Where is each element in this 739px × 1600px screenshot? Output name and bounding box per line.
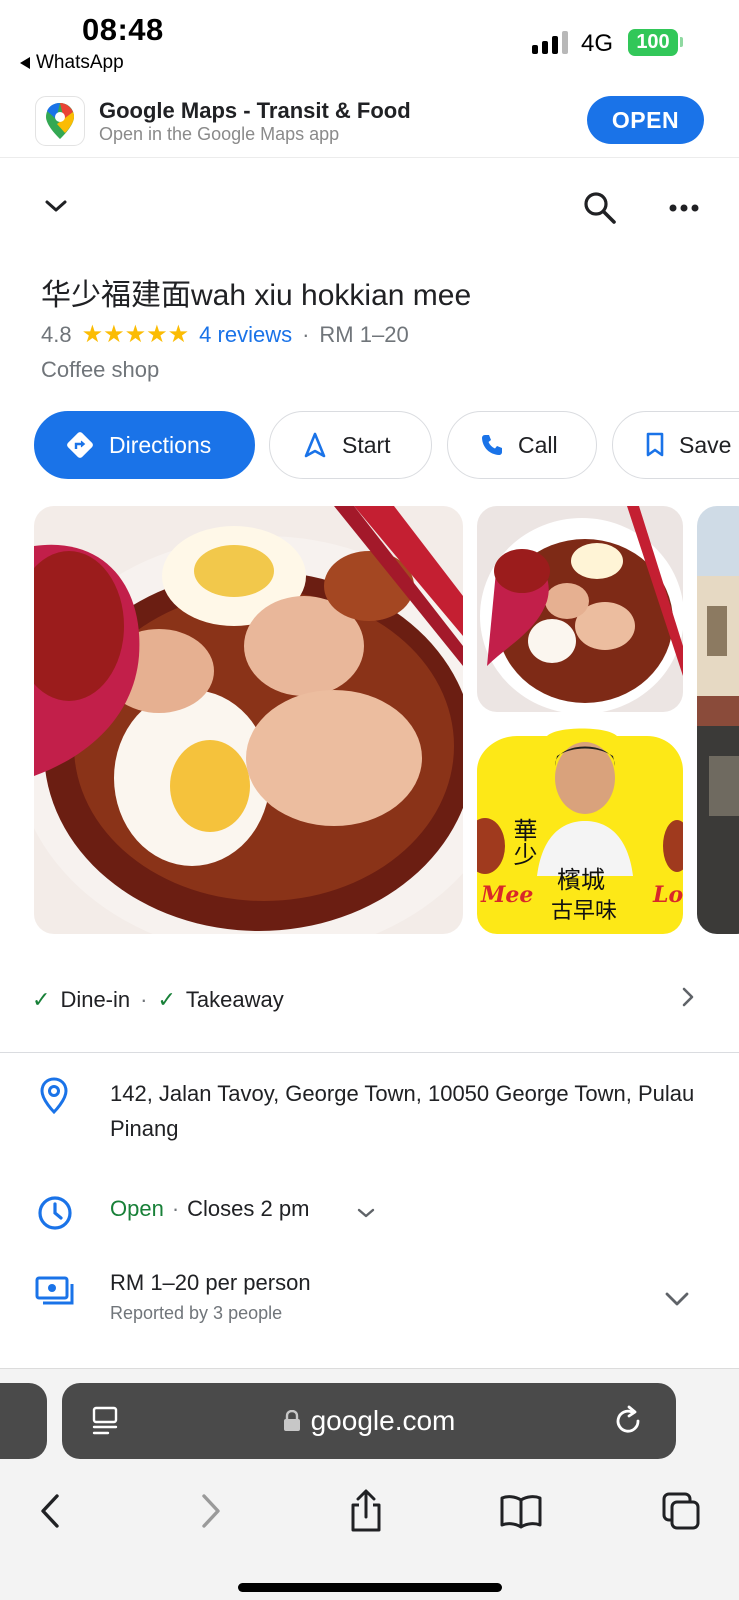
back-to-app-link[interactable]: WhatsApp [20, 52, 124, 74]
clock-icon [36, 1194, 74, 1232]
banner-subtitle: Open in the Google Maps app [99, 124, 340, 144]
service-options[interactable]: ✓ Dine-in · ✓ Takeaway [32, 980, 702, 1020]
search-icon [584, 192, 616, 224]
phone-icon [480, 433, 504, 457]
save-button[interactable]: Save [612, 411, 739, 479]
service-separator: · [140, 987, 148, 1012]
place-category: Coffee shop [41, 357, 160, 382]
share-icon [351, 1489, 381, 1532]
more-options-button[interactable] [664, 190, 704, 226]
action-chips: Directions Start Call Save [0, 411, 739, 481]
back-app-label: WhatsApp [36, 52, 124, 73]
money-icon [34, 1274, 76, 1308]
battery-tip [680, 37, 683, 47]
sign-text-hua-shao: 華少 [509, 818, 537, 866]
storefront-photo-thumbnail[interactable] [697, 506, 739, 934]
closing-time: Closes 2 pm [187, 1196, 310, 1221]
hours-separator: · [171, 1196, 180, 1221]
lock-icon [283, 1410, 301, 1432]
chevron-left-icon [41, 1494, 59, 1528]
dine-in-label: Dine-in [60, 987, 131, 1012]
directions-icon [65, 430, 95, 460]
price-reported-note: Reported by 3 people [110, 1303, 283, 1323]
opening-hours[interactable]: Open · Closes 2 pm [110, 1196, 309, 1222]
forward-button[interactable] [186, 1486, 236, 1536]
battery-icon: 100 [628, 29, 678, 56]
rating-separator: · [302, 321, 310, 347]
status-bar: 08:48 WhatsApp 4G 100 [0, 0, 739, 90]
sign-text-lo: Lo [652, 882, 683, 908]
directions-label: Directions [109, 431, 212, 458]
service-options-chevron[interactable] [676, 982, 700, 1012]
search-button[interactable] [580, 188, 620, 228]
open-status: Open [110, 1196, 164, 1221]
network-type: 4G [581, 30, 614, 57]
save-label: Save [679, 431, 732, 458]
chevron-down-icon [45, 200, 67, 212]
more-horiz-icon [669, 204, 699, 212]
rating-value: 4.8 [41, 321, 72, 347]
takeaway-label: Takeaway [185, 987, 284, 1012]
chevron-down-icon [665, 1292, 689, 1306]
sign-text-mee: Mee [480, 882, 533, 908]
banner-title: Google Maps - Transit & Food [99, 98, 411, 123]
browser-toolbar: google.com [0, 1368, 739, 1600]
check-icon: ✓ [32, 987, 51, 1012]
bookmark-icon [645, 432, 665, 458]
chevron-right-icon [682, 987, 694, 1007]
check-icon: ✓ [157, 987, 176, 1012]
section-divider [0, 1052, 739, 1053]
reload-icon [616, 1405, 640, 1433]
sign-text-penang: 檳城 [557, 866, 605, 894]
url-display: google.com [62, 1383, 676, 1459]
collapse-button[interactable] [38, 188, 74, 224]
restaurant-sign-photo[interactable]: 華少 檳城 古早味 Mee Lo [477, 726, 683, 934]
navigation-arrow-icon [302, 431, 328, 459]
reviews-link[interactable]: 4 reviews [199, 322, 292, 348]
price-expand-button[interactable] [662, 1286, 692, 1312]
address-bar[interactable]: google.com [62, 1383, 676, 1459]
rating-row: 4.8 ★★★★★ 4 reviews · RM 1–20 [41, 320, 409, 349]
status-time: 08:48 [82, 12, 164, 47]
open-in-app-button[interactable]: OPEN [587, 96, 704, 144]
back-triangle-icon [20, 57, 30, 69]
hours-expand-button[interactable] [354, 1201, 378, 1225]
url-text: google.com [310, 1405, 456, 1436]
tabs-button[interactable] [656, 1486, 706, 1536]
main-food-photo[interactable] [34, 506, 463, 934]
address-text[interactable]: 142, Jalan Tavoy, George Town, 10050 Geo… [110, 1076, 710, 1146]
bookmarks-button[interactable] [496, 1486, 546, 1536]
google-maps-logo-icon [35, 96, 85, 146]
back-button[interactable] [25, 1486, 75, 1536]
price-per-person: RM 1–20 per person [110, 1270, 311, 1295]
food-photo-thumbnail[interactable] [477, 506, 683, 712]
start-button[interactable]: Start [269, 411, 432, 479]
home-indicator [238, 1583, 502, 1592]
book-icon [500, 1495, 542, 1529]
directions-button[interactable]: Directions [34, 411, 255, 479]
location-pin-icon [38, 1076, 70, 1116]
tabs-icon [662, 1492, 700, 1530]
call-button[interactable]: Call [447, 411, 597, 479]
sign-text-heritage-taste: 古早味 [551, 899, 617, 924]
price-range: RM 1–20 [319, 321, 409, 347]
reload-button[interactable] [610, 1403, 646, 1439]
previous-tab-preview[interactable] [0, 1383, 47, 1459]
signal-icon [532, 30, 568, 54]
chevron-down-icon [357, 1208, 375, 1218]
start-label: Start [342, 431, 391, 458]
place-name: 华少福建面wah xiu hokkian mee [41, 279, 472, 312]
app-banner: Google Maps - Transit & Food Open in the… [0, 90, 739, 158]
call-label: Call [518, 431, 558, 458]
share-button[interactable] [341, 1486, 391, 1536]
chevron-right-icon [202, 1494, 220, 1528]
star-rating-icon: ★★★★★ [81, 321, 190, 348]
